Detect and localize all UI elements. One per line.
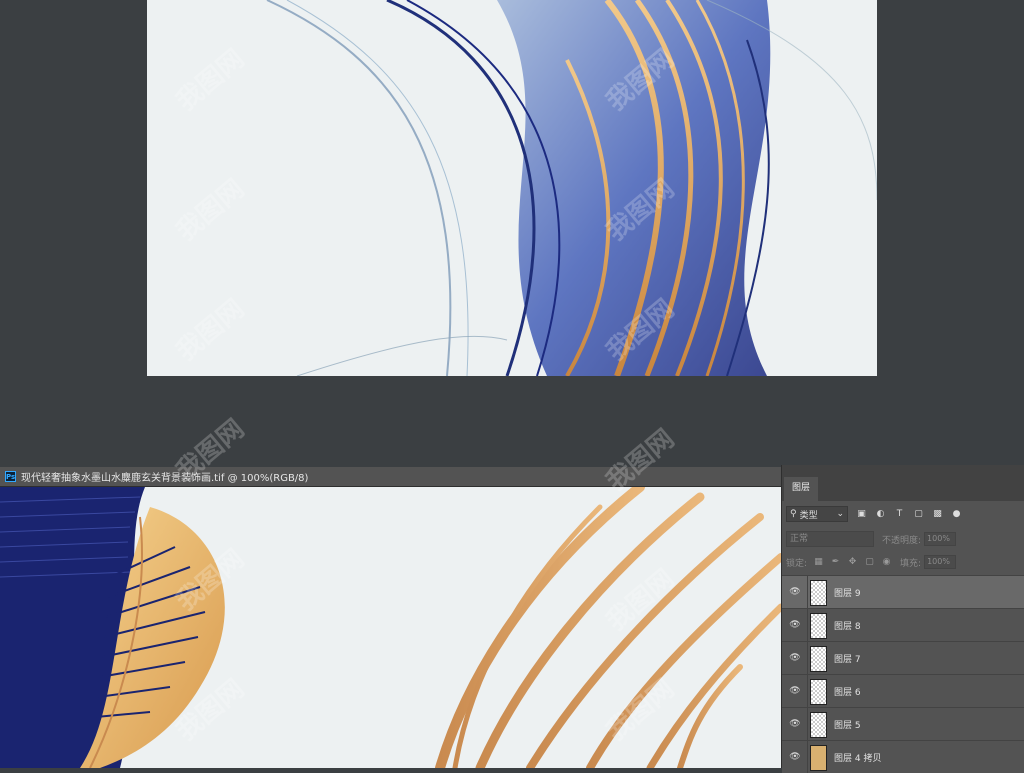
fill-label: 填充: <box>900 558 922 569</box>
lock-all-icon[interactable]: ◉ <box>881 557 892 567</box>
layer-thumbnail <box>810 646 827 672</box>
eye-icon[interactable]: 👁 <box>788 652 802 664</box>
lock-position-icon[interactable]: ✥ <box>847 557 858 567</box>
layer-thumbnail <box>810 745 827 771</box>
layers-panel: 图层 ⚲ 类型 ⌄ ▣ ◐ T ▢ ▩ ● 正常 不透明度: 100% 锁定: … <box>781 465 1024 773</box>
layer-filter-row: ⚲ 类型 ⌄ ▣ ◐ T ▢ ▩ ● <box>786 505 962 523</box>
artwork-preview-graphic <box>266 0 877 376</box>
opacity-label: 不透明度: <box>882 535 922 546</box>
layer-name: 图层 7 <box>834 655 861 665</box>
layer-thumbnail <box>810 613 827 639</box>
eye-icon[interactable]: 👁 <box>788 619 802 631</box>
layer-row[interactable]: 👁 图层 4 拷贝 <box>782 740 1024 773</box>
canvas-artwork <box>0 487 781 768</box>
lock-row: 锁定: ▦ ✒ ✥ ▢ ◉ 填充: 100% <box>786 553 1022 571</box>
tab-layers[interactable]: 图层 <box>784 477 819 501</box>
layer-row[interactable]: 👁 图层 7 <box>782 641 1024 674</box>
layer-thumbnail <box>810 712 827 738</box>
layer-name: 图层 8 <box>834 622 861 632</box>
layer-thumbnail <box>810 679 827 705</box>
layer-name: 图层 9 <box>834 589 861 599</box>
search-icon: ⚲ <box>790 509 797 519</box>
type-filter-icon[interactable]: T <box>894 509 905 520</box>
layer-row[interactable]: 👁 图层 5 <box>782 707 1024 740</box>
photoshop-icon: Ps <box>5 471 16 482</box>
smart-object-filter-icon[interactable]: ▩ <box>932 509 943 520</box>
artwork-preview <box>147 0 877 376</box>
shape-filter-icon[interactable]: ▢ <box>913 509 924 520</box>
filter-kind-label: 类型 <box>799 510 818 521</box>
blend-mode-select[interactable]: 正常 <box>786 531 874 547</box>
lock-transparent-icon[interactable]: ▦ <box>813 557 824 567</box>
eye-icon[interactable]: 👁 <box>788 751 802 763</box>
document-tab[interactable]: Ps 现代轻奢抽象水墨山水麋鹿玄关背景装饰画.tif @ 100%(RGB/8) <box>0 467 781 487</box>
lock-paint-icon[interactable]: ✒ <box>830 557 841 567</box>
eye-icon[interactable]: 👁 <box>788 586 802 598</box>
lock-label: 锁定: <box>786 558 808 569</box>
eye-icon[interactable]: 👁 <box>788 718 802 730</box>
eye-icon[interactable]: 👁 <box>788 685 802 697</box>
layer-row[interactable]: 👁 图层 9 <box>782 575 1024 608</box>
adjustment-filter-icon[interactable]: ◐ <box>875 509 886 520</box>
layer-row[interactable]: 👁 图层 6 <box>782 674 1024 707</box>
opacity-field[interactable]: 100% <box>924 532 957 546</box>
layer-name: 图层 6 <box>834 688 861 698</box>
document-title: 现代轻奢抽象水墨山水麋鹿玄关背景装饰画.tif @ 100%(RGB/8) <box>21 473 309 484</box>
document-canvas[interactable] <box>0 487 781 768</box>
layer-name: 图层 5 <box>834 721 861 731</box>
layer-name: 图层 4 拷贝 <box>834 754 882 764</box>
layer-thumbnail <box>810 580 827 606</box>
layer-list: 👁 图层 9 👁 图层 8 👁 图层 7 👁 图层 6 👁 图层 5 👁 图层 … <box>782 575 1024 773</box>
fill-field[interactable]: 100% <box>924 555 957 569</box>
layer-filter-select[interactable]: ⚲ 类型 ⌄ <box>786 506 848 522</box>
filter-toggle-icon[interactable]: ● <box>951 509 962 520</box>
panel-tab-bar: 图层 <box>782 465 1024 501</box>
image-filter-icon[interactable]: ▣ <box>856 509 867 520</box>
chevron-down-icon: ⌄ <box>836 509 844 519</box>
layer-row[interactable]: 👁 图层 8 <box>782 608 1024 641</box>
blend-row: 正常 不透明度: 100% <box>786 530 1022 548</box>
lock-artboard-icon[interactable]: ▢ <box>864 557 875 567</box>
